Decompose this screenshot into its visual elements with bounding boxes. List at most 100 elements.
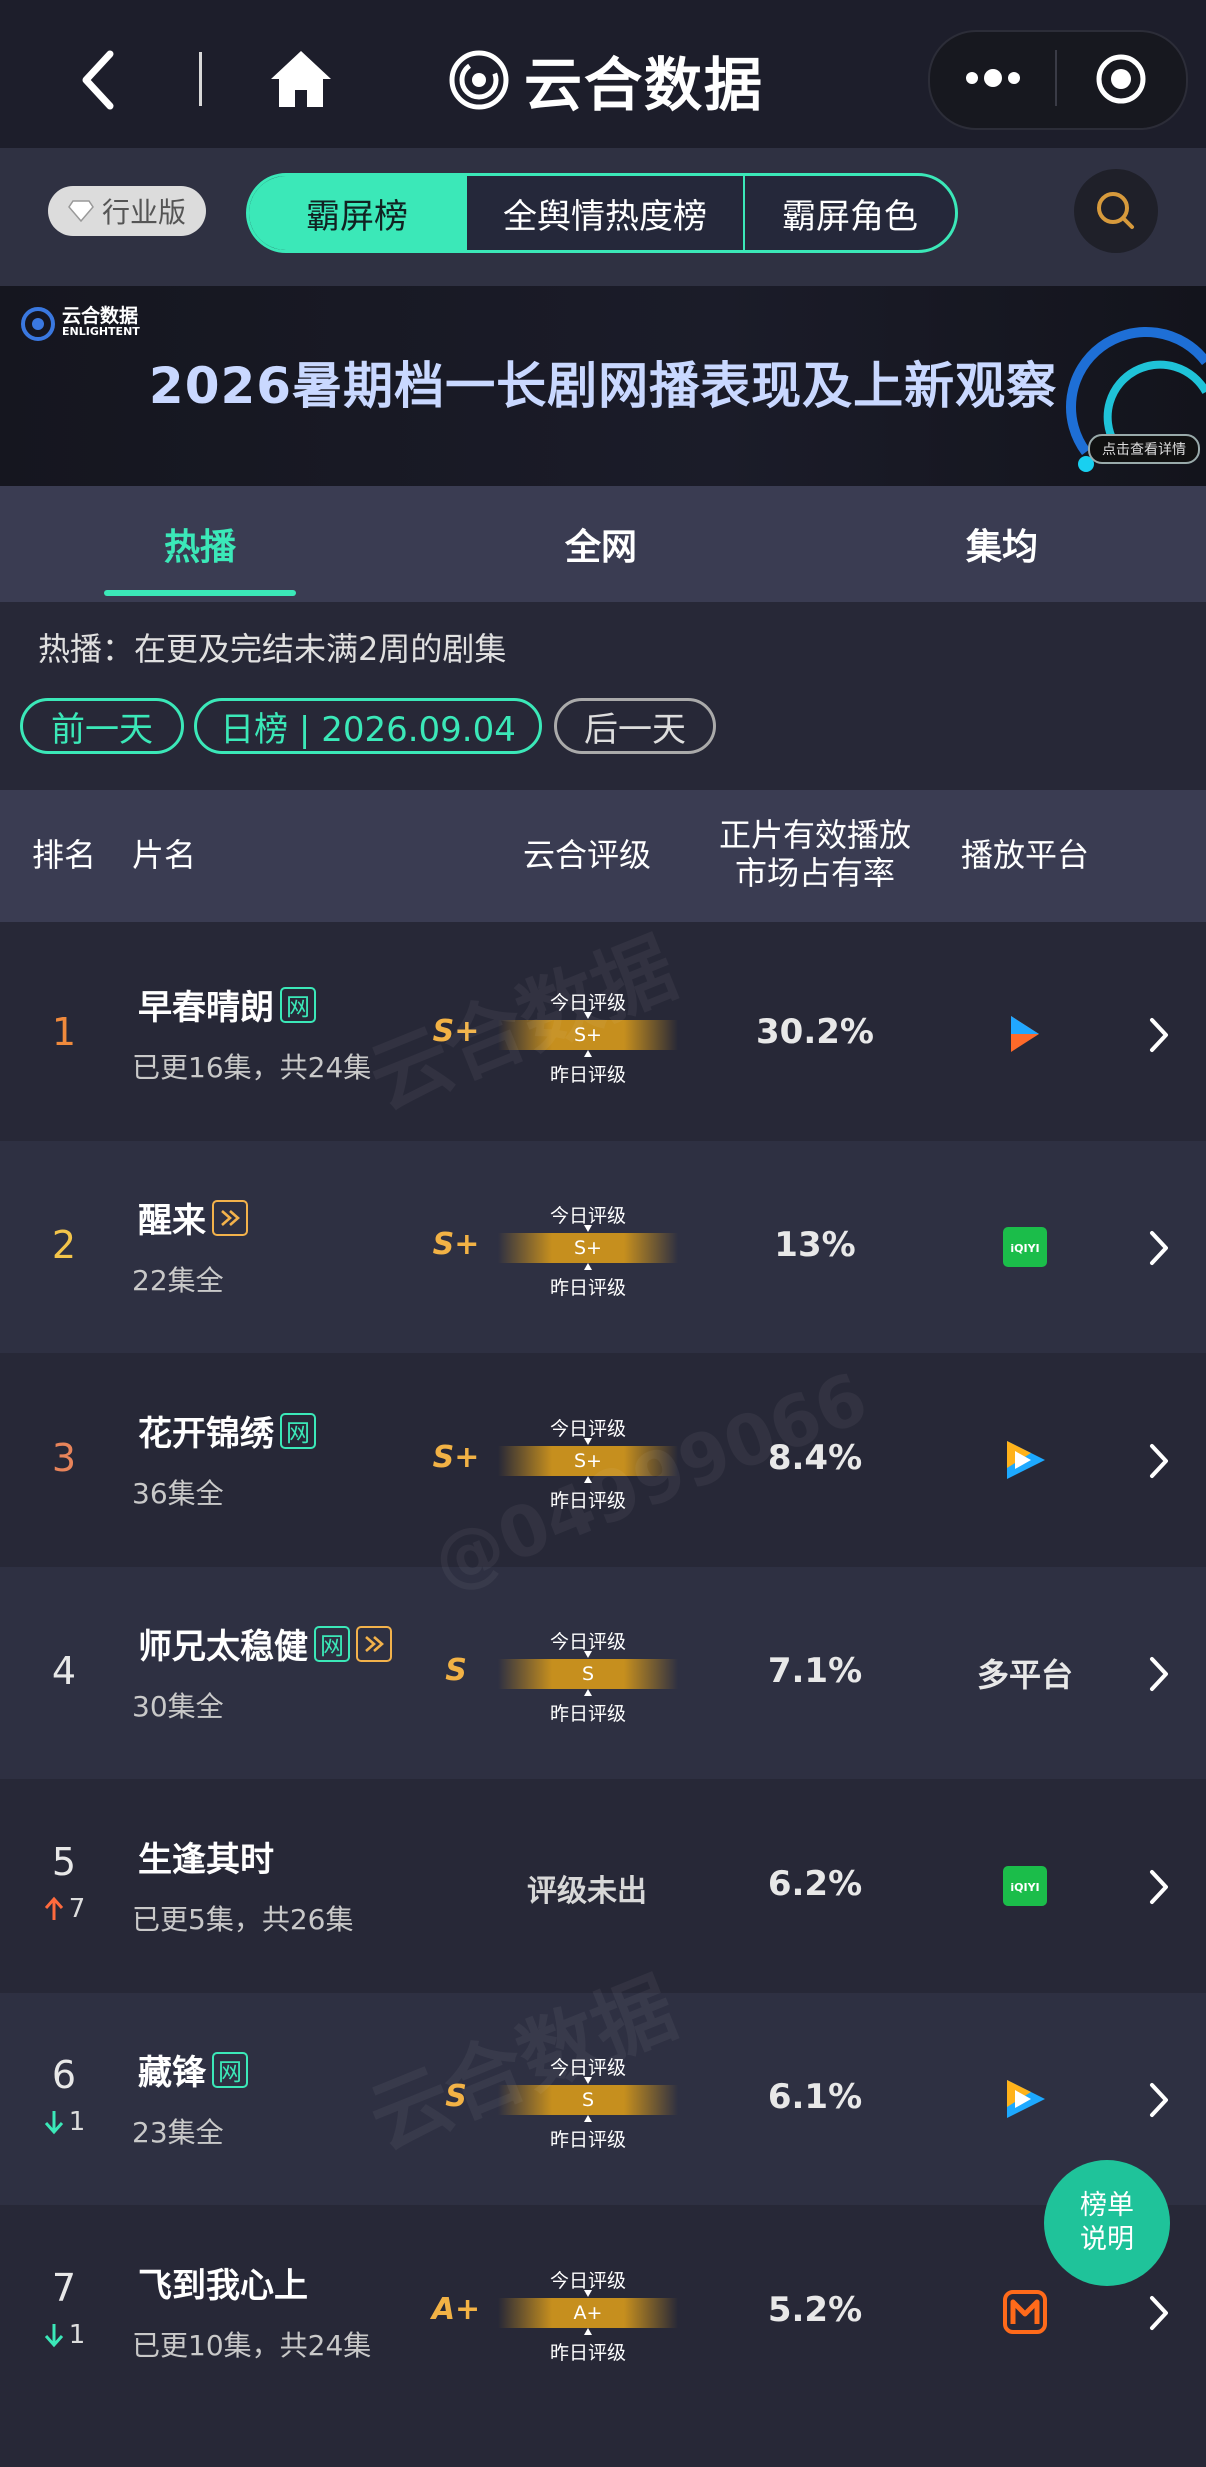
- episode-info: 已更16集，共24集: [132, 1051, 372, 1084]
- youku-icon: [1011, 1016, 1039, 1052]
- double-play-icon: [365, 1635, 384, 1652]
- tab-per-episode[interactable]: 集均: [906, 486, 1098, 602]
- platform: 多平台: [955, 1647, 1095, 1699]
- episode-info: 36集全: [132, 1477, 224, 1510]
- market-share: 7.1%: [767, 1651, 863, 1691]
- drama-title: 师兄太稳健: [138, 1627, 308, 1667]
- previous-day-button[interactable]: 前一天: [20, 698, 184, 754]
- today-marker: [584, 1651, 592, 1658]
- chevron-right-icon: [1150, 1231, 1168, 1265]
- row-detail-button[interactable]: [1146, 1864, 1172, 1910]
- mango-tv-icon: [1003, 2290, 1047, 2334]
- more-button[interactable]: [960, 60, 1026, 96]
- double-play-icon: [221, 1209, 240, 1226]
- yesterday-marker: [584, 1689, 592, 1696]
- segment-sentiment-heat[interactable]: 全舆情热度榜: [465, 176, 743, 250]
- rank-number: 3: [51, 1436, 77, 1480]
- brand-name: 云合数据: [524, 51, 765, 119]
- episode-info: 已更10集，共24集: [132, 2329, 372, 2362]
- table-row[interactable]: 5 7 生逢其时 已更5集，共26集 评级未出 6.2% iQIYI: [0, 1780, 1206, 1992]
- yesterday-rating-label: 昨日评级: [549, 2342, 626, 2364]
- chevron-right-icon: [1150, 1657, 1168, 1691]
- banner-logo: 云合数据 ENLIGHTENT: [20, 306, 140, 342]
- network-drama-tag: 网: [280, 986, 316, 1023]
- capsule-divider: [1055, 50, 1057, 106]
- rank-number: 2: [51, 1223, 77, 1267]
- rank-number: 5: [51, 1840, 77, 1884]
- segment-screen-roles[interactable]: 霸屏角色: [743, 176, 955, 250]
- banner-title: 2026暑期档一长剧网播表现及上新观察: [148, 357, 1058, 415]
- ranking-explanation-button[interactable]: 榜单 说明: [1044, 2160, 1170, 2286]
- ranking-type-segment: 霸屏榜 全舆情热度榜 霸屏角色: [246, 173, 958, 253]
- home-button[interactable]: [268, 46, 334, 112]
- market-share: 30.2%: [756, 1012, 874, 1052]
- diamond-icon: [68, 200, 94, 222]
- network-drama-tag: 网: [212, 2051, 248, 2088]
- yesterday-rating-label: 昨日评级: [549, 2129, 626, 2151]
- edition-badge[interactable]: 行业版: [48, 186, 206, 236]
- promo-banner[interactable]: 云合数据 ENLIGHTENT 2026暑期档一长剧网播表现及上新观察 点击查看…: [0, 286, 1206, 486]
- yesterday-rating-label: 昨日评级: [549, 1277, 626, 1299]
- platform: iQIYI: [955, 1221, 1095, 1273]
- banner-logo-text: 云合数据: [62, 305, 139, 327]
- header-share: 正片有效播放 市场占有率: [700, 816, 930, 892]
- next-day-button[interactable]: 后一天: [554, 698, 716, 754]
- active-tab-indicator: [104, 590, 296, 596]
- chevron-right-icon: [1150, 2083, 1168, 2117]
- row-detail-button[interactable]: [1146, 2077, 1172, 2123]
- rank-number: 6: [51, 2053, 77, 2097]
- date-selector[interactable]: 日榜 | 2026.09.04: [194, 698, 542, 754]
- exclusive-play-tag: [212, 1199, 248, 1236]
- row-detail-button[interactable]: [1146, 2290, 1172, 2336]
- rank-change: 1: [0, 2320, 128, 2350]
- chevron-left-icon: [82, 50, 114, 110]
- episode-info: 22集全: [132, 1264, 224, 1297]
- episode-info: 23集全: [132, 2116, 224, 2149]
- network-drama-tag: 网: [314, 1625, 350, 1662]
- header-share-line1: 正片有效播放: [718, 816, 911, 854]
- metric-tabs: 热播 全网 集均: [0, 486, 1206, 602]
- drama-title: 早春晴朗: [138, 988, 274, 1028]
- close-mini-program-button[interactable]: [1094, 52, 1148, 106]
- table-row[interactable]: 2 醒来 22集全 S+ 今日评级 S+ 昨日评级 13% iQIYI: [0, 1141, 1206, 1353]
- market-share: 5.2%: [767, 2290, 863, 2330]
- drama-title: 飞到我心上: [138, 2266, 308, 2306]
- exclusive-play-tag: [356, 1625, 392, 1662]
- drama-title: 花开锦绣: [138, 1414, 274, 1454]
- drama-title: 生逢其时: [138, 1840, 274, 1880]
- rank-down-icon: [44, 2111, 63, 2135]
- row-detail-button[interactable]: [1146, 1438, 1172, 1484]
- market-share: 13%: [774, 1225, 856, 1265]
- banner-detail-link[interactable]: 点击查看详情: [1088, 434, 1200, 464]
- search-icon: [1097, 192, 1134, 229]
- tab-hot[interactable]: 热播: [104, 486, 296, 602]
- chevron-right-icon: [1150, 1870, 1168, 1904]
- search-button[interactable]: [1074, 169, 1158, 253]
- back-button[interactable]: [70, 42, 130, 118]
- table-row[interactable]: 7 1 飞到我心上 已更10集，共24集 A+ 今日评级 A+ 昨日评级 5.2%: [0, 2206, 1206, 2418]
- rating-grade: S+: [432, 1227, 480, 1262]
- rank-down-icon: [44, 2324, 63, 2348]
- table-row[interactable]: 4 师兄太稳健网 30集全 S 今日评级 S 昨日评级 7.1% 多平台: [0, 1567, 1206, 1779]
- iqiyi-icon: iQIYI: [1003, 1227, 1047, 1267]
- nav-divider: [199, 52, 202, 106]
- drama-title-line: 飞到我心上: [138, 2258, 308, 2307]
- today-marker: [584, 1438, 592, 1445]
- platform: [955, 1434, 1095, 1486]
- fab-line1: 榜单: [1080, 2190, 1134, 2221]
- brand: 云合数据: [448, 42, 764, 119]
- ranking-hint: 热播：在更及完结未满2周的剧集: [38, 630, 507, 668]
- platform-text: 多平台: [976, 1656, 1073, 1694]
- platform: [955, 1008, 1095, 1060]
- row-detail-button[interactable]: [1146, 1012, 1172, 1058]
- segment-screen-dominance[interactable]: 霸屏榜: [249, 176, 465, 250]
- network-drama-tag: 网: [280, 1412, 316, 1449]
- yesterday-marker: [584, 1263, 592, 1270]
- row-detail-button[interactable]: [1146, 1651, 1172, 1697]
- row-detail-button[interactable]: [1146, 1225, 1172, 1271]
- drama-title-line: 藏锋网: [138, 2045, 248, 2094]
- drama-title-line: 早春晴朗网: [138, 980, 316, 1029]
- today-marker: [584, 1225, 592, 1232]
- tab-all-network[interactable]: 全网: [505, 486, 697, 602]
- tencent-video-icon: [1007, 2080, 1045, 2118]
